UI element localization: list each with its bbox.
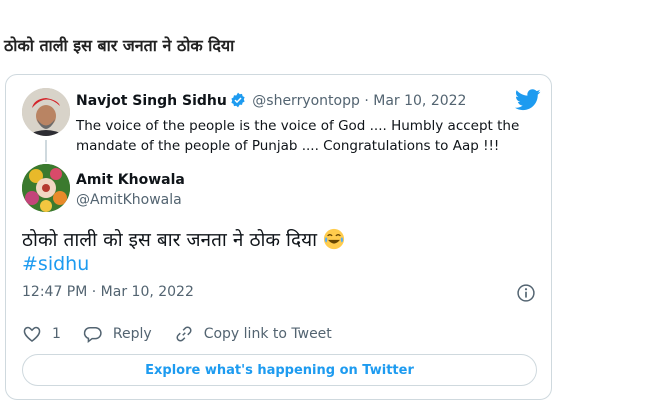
author-handle[interactable]: @AmitKhowala xyxy=(76,192,182,208)
page-headline: ठोको ताली इस बार जनता ने ठोक दिया xyxy=(4,36,235,55)
copy-link-label: Copy link to Tweet xyxy=(203,326,332,342)
quoted-date[interactable]: Mar 10, 2022 xyxy=(373,93,466,109)
hashtag-link[interactable]: #sidhu xyxy=(22,253,89,275)
reply-label: Reply xyxy=(112,326,152,342)
reply-button[interactable]: Reply xyxy=(83,324,152,344)
sidhu-avatar[interactable] xyxy=(22,88,70,136)
twitter-bird-icon[interactable] xyxy=(515,89,541,111)
heart-icon xyxy=(23,326,41,343)
copy-link-button[interactable]: Copy link to Tweet xyxy=(174,324,332,344)
tweet-timestamp[interactable]: 12:47 PM · Mar 10, 2022 xyxy=(22,284,194,300)
explore-twitter-button[interactable]: Explore what's happening on Twitter xyxy=(22,354,537,386)
thread-line xyxy=(45,140,47,162)
author-name[interactable]: Amit Khowala xyxy=(76,172,185,188)
laughing-emoji-icon xyxy=(323,228,345,250)
quoted-tweet-text: The voice of the people is the voice of … xyxy=(76,118,520,154)
like-count: 1 xyxy=(52,326,61,342)
info-icon[interactable] xyxy=(516,283,536,303)
link-icon xyxy=(176,326,192,342)
quoted-tweet-header: Navjot Singh Sidhu @sherryontopp · Mar 1… xyxy=(76,92,466,109)
separator-dot: · xyxy=(364,93,369,109)
author-avatar[interactable] xyxy=(22,164,70,212)
reply-icon xyxy=(83,326,102,344)
like-button[interactable]: 1 xyxy=(22,324,61,344)
tweet-text: ठोको ताली को इस बार जनता ने ठोक दिया xyxy=(22,226,345,252)
tweet-actions: 1 Reply Copy link to Tweet xyxy=(22,324,354,344)
tweet-text-body: ठोको ताली को इस बार जनता ने ठोक दिया xyxy=(22,229,318,251)
quoted-author-name[interactable]: Navjot Singh Sidhu xyxy=(76,93,227,109)
quoted-author-handle[interactable]: @sherryontopp xyxy=(252,93,360,109)
verified-badge-icon xyxy=(231,92,245,108)
embedded-tweet-card[interactable]: Navjot Singh Sidhu @sherryontopp · Mar 1… xyxy=(5,74,552,400)
